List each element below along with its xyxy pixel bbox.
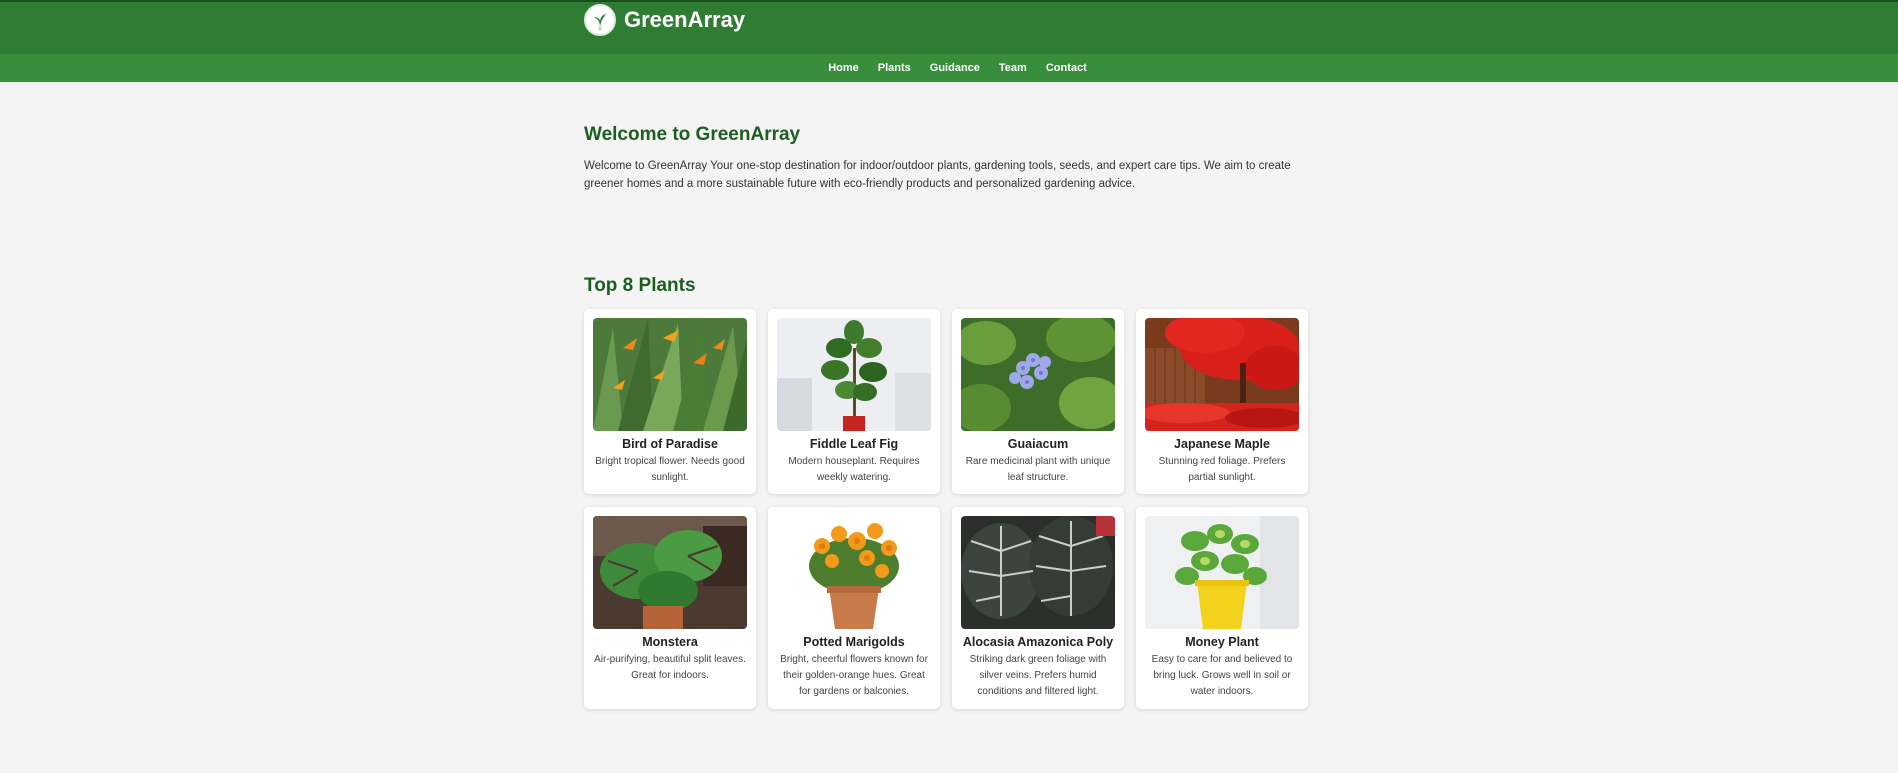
plant-name: Alocasia Amazonica Poly (962, 635, 1114, 649)
top-plants-section: Top 8 Plants Bird of Paradise Bright tro… (584, 275, 1311, 709)
plant-logo-icon: G (584, 4, 616, 36)
plant-card[interactable]: Guaiacum Rare medicinal plant with uniqu… (952, 309, 1124, 494)
alocasia-photo (961, 516, 1115, 629)
money-plant-photo (1145, 516, 1299, 629)
welcome-section: Welcome to GreenArray Welcome to GreenAr… (584, 124, 1311, 193)
brand[interactable]: G GreenArray (584, 4, 745, 36)
plant-card[interactable]: Potted Marigolds Bright, cheerful flower… (768, 507, 940, 709)
plant-desc: Bright tropical flower. Needs good sunli… (595, 456, 745, 483)
plant-desc: Stunning red foliage. Prefers partial su… (1158, 456, 1286, 483)
main-nav: Home Plants Guidance Team Contact (0, 54, 1898, 82)
plant-card[interactable]: Money Plant Easy to care for and believe… (1136, 507, 1308, 709)
plant-desc: Rare medicinal plant with unique leaf st… (965, 456, 1111, 483)
plant-name: Bird of Paradise (622, 437, 718, 451)
plant-card[interactable]: Japanese Maple Stunning red foliage. Pre… (1136, 309, 1308, 494)
guaiacum-photo (961, 318, 1115, 431)
plant-name: Monstera (642, 635, 698, 649)
plant-name: Fiddle Leaf Fig (809, 437, 899, 451)
nav-plants[interactable]: Plants (878, 62, 911, 74)
plant-card[interactable]: Bird of Paradise Bright tropical flower.… (584, 309, 756, 494)
japanese-maple-photo (1145, 318, 1299, 431)
plants-title: Top 8 Plants (584, 275, 696, 296)
welcome-title: Welcome to GreenArray (584, 124, 801, 145)
plant-card[interactable]: Alocasia Amazonica Poly Striking dark gr… (952, 507, 1124, 709)
plant-name: Japanese Maple (1174, 437, 1270, 451)
plants-grid: Bird of Paradise Bright tropical flower.… (584, 309, 1311, 709)
plant-card[interactable]: Monstera Air-purifying, beautiful split … (584, 507, 756, 709)
nav-team[interactable]: Team (999, 62, 1027, 74)
plant-name: Money Plant (1185, 635, 1259, 649)
svg-text:G: G (598, 26, 601, 31)
plant-desc: Bright, cheerful flowers known for their… (780, 654, 928, 697)
bird-of-paradise-photo (593, 318, 747, 431)
plant-name: Guaiacum (1007, 437, 1069, 451)
potted-marigolds-photo (777, 516, 931, 629)
fiddle-leaf-fig-photo (777, 318, 931, 431)
brand-name: GreenArray (624, 7, 746, 32)
welcome-text: Welcome to GreenArray Your one-stop dest… (584, 160, 1291, 190)
plant-desc: Air-purifying, beautiful split leaves. G… (594, 654, 746, 681)
monstera-photo (593, 516, 747, 629)
nav-contact[interactable]: Contact (1046, 62, 1087, 74)
site-header: G GreenArray (0, 0, 1898, 54)
plant-desc: Striking dark green foliage with silver … (969, 654, 1107, 697)
plant-name: Potted Marigolds (803, 635, 905, 649)
plant-desc: Modern houseplant. Requires weekly water… (788, 456, 920, 483)
nav-guidance[interactable]: Guidance (930, 62, 980, 74)
nav-home[interactable]: Home (828, 62, 859, 74)
plant-card[interactable]: Fiddle Leaf Fig Modern houseplant. Requi… (768, 309, 940, 494)
plant-desc: Easy to care for and believed to bring l… (1151, 654, 1293, 697)
